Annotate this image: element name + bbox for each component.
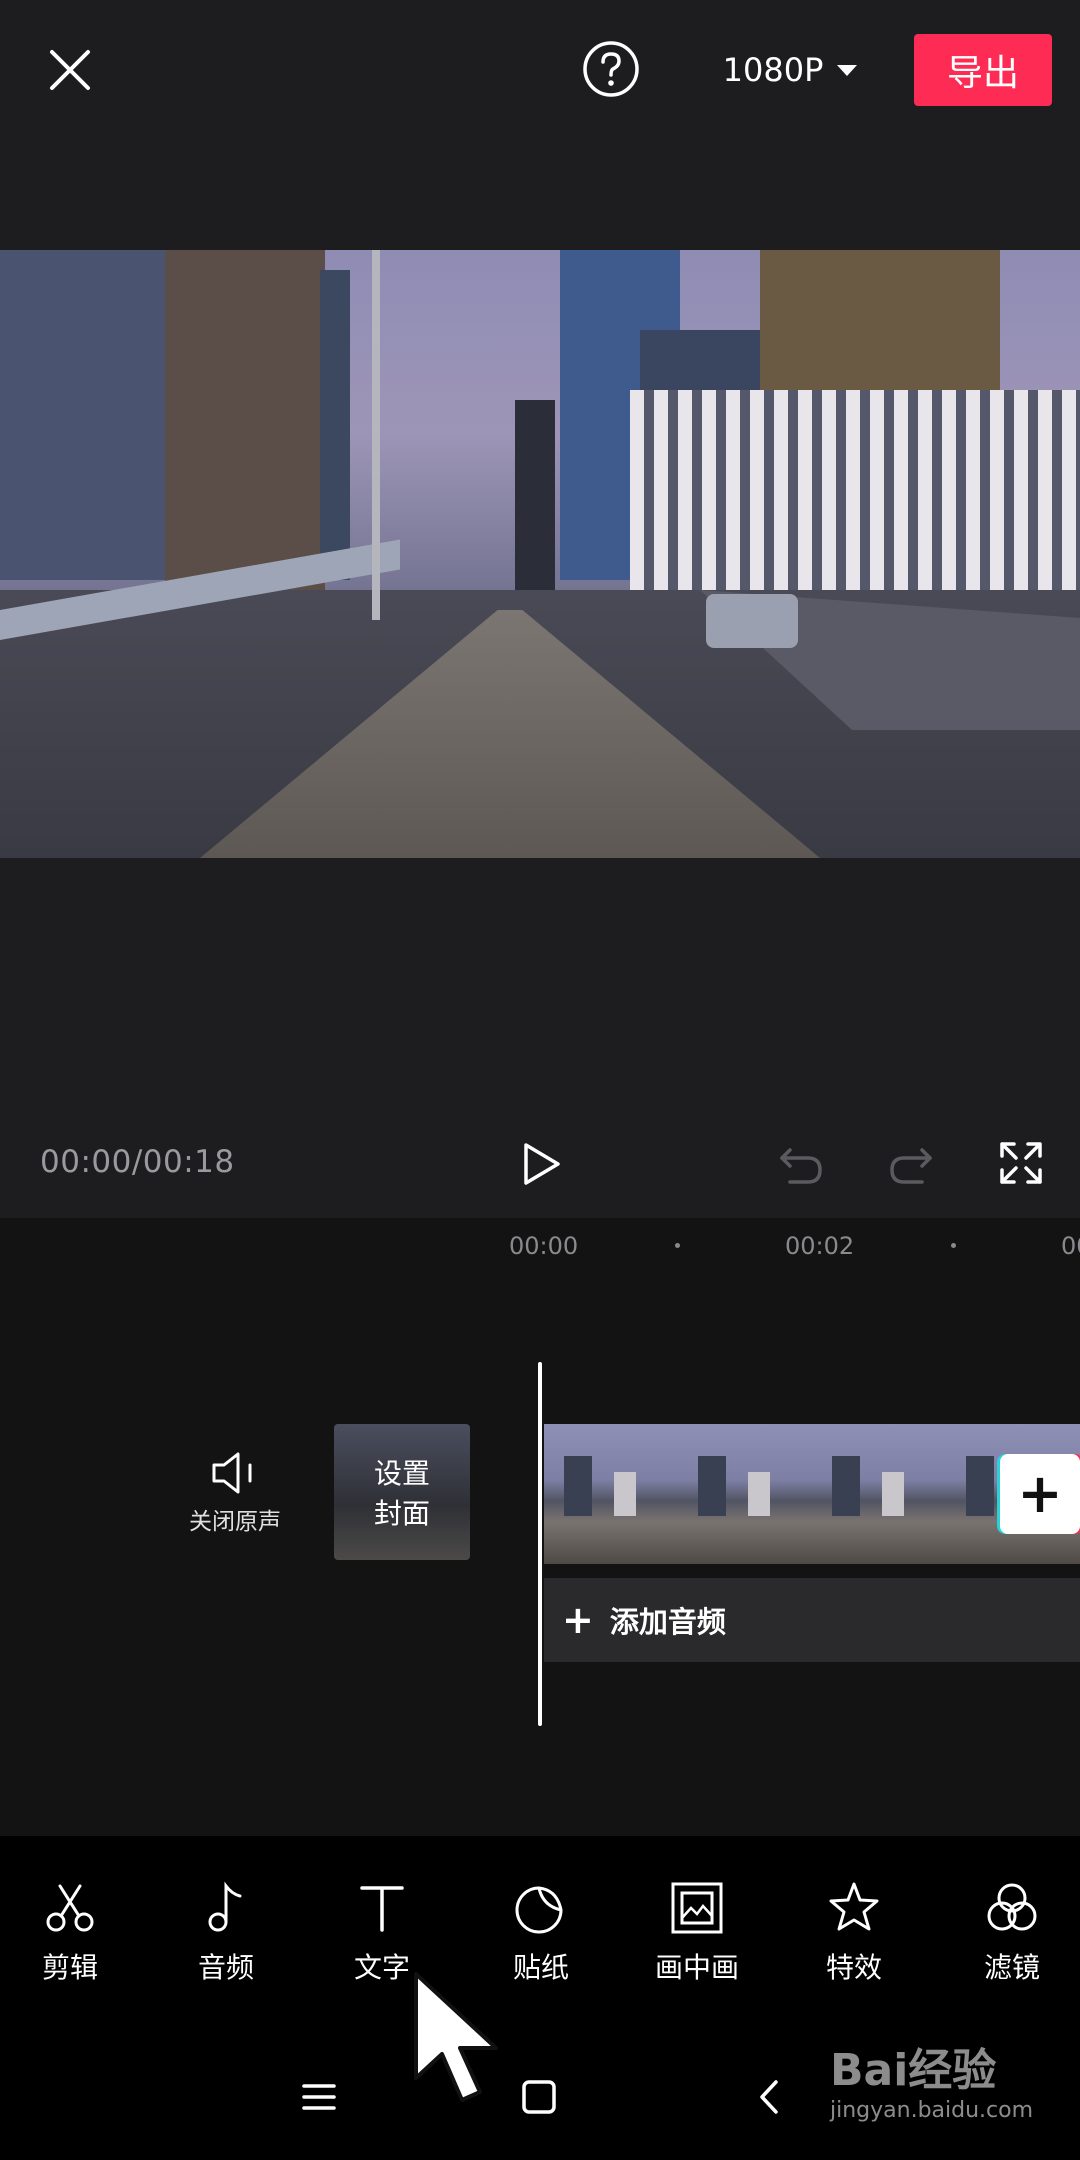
redo-icon[interactable] [888, 1142, 934, 1186]
tool-label: 剪辑 [41, 1951, 98, 1984]
tool-edit[interactable]: 剪辑 [10, 1880, 130, 1986]
tool-label: 特效 [825, 1951, 882, 1984]
chevron-down-icon [837, 64, 858, 76]
ruler-label: 00:00 [509, 1232, 579, 1260]
tool-label: 画中画 [654, 1951, 739, 1984]
car [706, 594, 798, 648]
ruler-dot [951, 1243, 956, 1248]
plus-icon: + [562, 1598, 594, 1642]
back-icon[interactable] [746, 2074, 796, 2120]
resolution-label: 1080P [722, 51, 824, 89]
text-icon [360, 1886, 404, 1932]
fullscreen-icon[interactable] [998, 1140, 1044, 1186]
sticker-icon [515, 1886, 563, 1934]
add-clip-button[interactable]: + [1000, 1454, 1080, 1534]
tool-picture-in-picture[interactable]: 画中画 [637, 1880, 757, 1986]
add-audio-button[interactable]: + 添加音频 [544, 1578, 1080, 1662]
watermark: Bai经验 jingyan.baidu.com [830, 2034, 1060, 2123]
timecode: 00:00/00:18 [40, 1144, 235, 1180]
resolution-dropdown[interactable]: 1080P [700, 30, 880, 110]
filter-icon [987, 1883, 1037, 1931]
video-preview[interactable] [0, 250, 1080, 858]
ruler-label: 00:02 [785, 1232, 855, 1260]
cover-label-line1: 设置 [373, 1457, 430, 1490]
mute-label: 关闭原声 [189, 1509, 281, 1535]
playhead[interactable] [538, 1362, 542, 1726]
mute-original-sound-button[interactable]: 关闭原声 [180, 1450, 290, 1536]
mouse-cursor-icon [412, 1970, 522, 2110]
watermark-logo: Bai经验 [830, 2045, 997, 2096]
speaker-icon [212, 1452, 252, 1494]
clip-frame [812, 1424, 948, 1564]
scissors-icon [46, 1884, 94, 1932]
ruler-dot [675, 1243, 680, 1248]
play-icon[interactable] [516, 1140, 564, 1188]
tool-label: 音频 [197, 1951, 254, 1984]
export-button[interactable]: 导出 [914, 34, 1052, 106]
close-icon[interactable] [40, 40, 100, 100]
menu-icon[interactable] [294, 2074, 344, 2120]
tool-audio[interactable]: 音频 [166, 1880, 286, 1986]
set-cover-button[interactable]: 设置 封面 [334, 1424, 470, 1560]
help-icon[interactable] [582, 40, 640, 98]
clip-frame [544, 1424, 680, 1564]
cover-label-line2: 封面 [373, 1497, 430, 1530]
undo-icon[interactable] [778, 1142, 824, 1186]
tool-effects[interactable]: 特效 [794, 1880, 914, 1986]
star-effect-icon [829, 1882, 879, 1931]
tool-filter[interactable]: 滤镜 [952, 1880, 1072, 1986]
add-audio-label: 添加音频 [609, 1605, 726, 1639]
watermark-url: jingyan.baidu.com [830, 2098, 1034, 2123]
music-note-icon [208, 1881, 242, 1932]
ruler-label: 00 [1061, 1232, 1080, 1260]
plus-icon: + [1017, 1462, 1063, 1525]
picture-in-picture-icon [671, 1882, 723, 1934]
tool-label: 滤镜 [983, 1951, 1040, 1984]
clip-frame [678, 1424, 814, 1564]
